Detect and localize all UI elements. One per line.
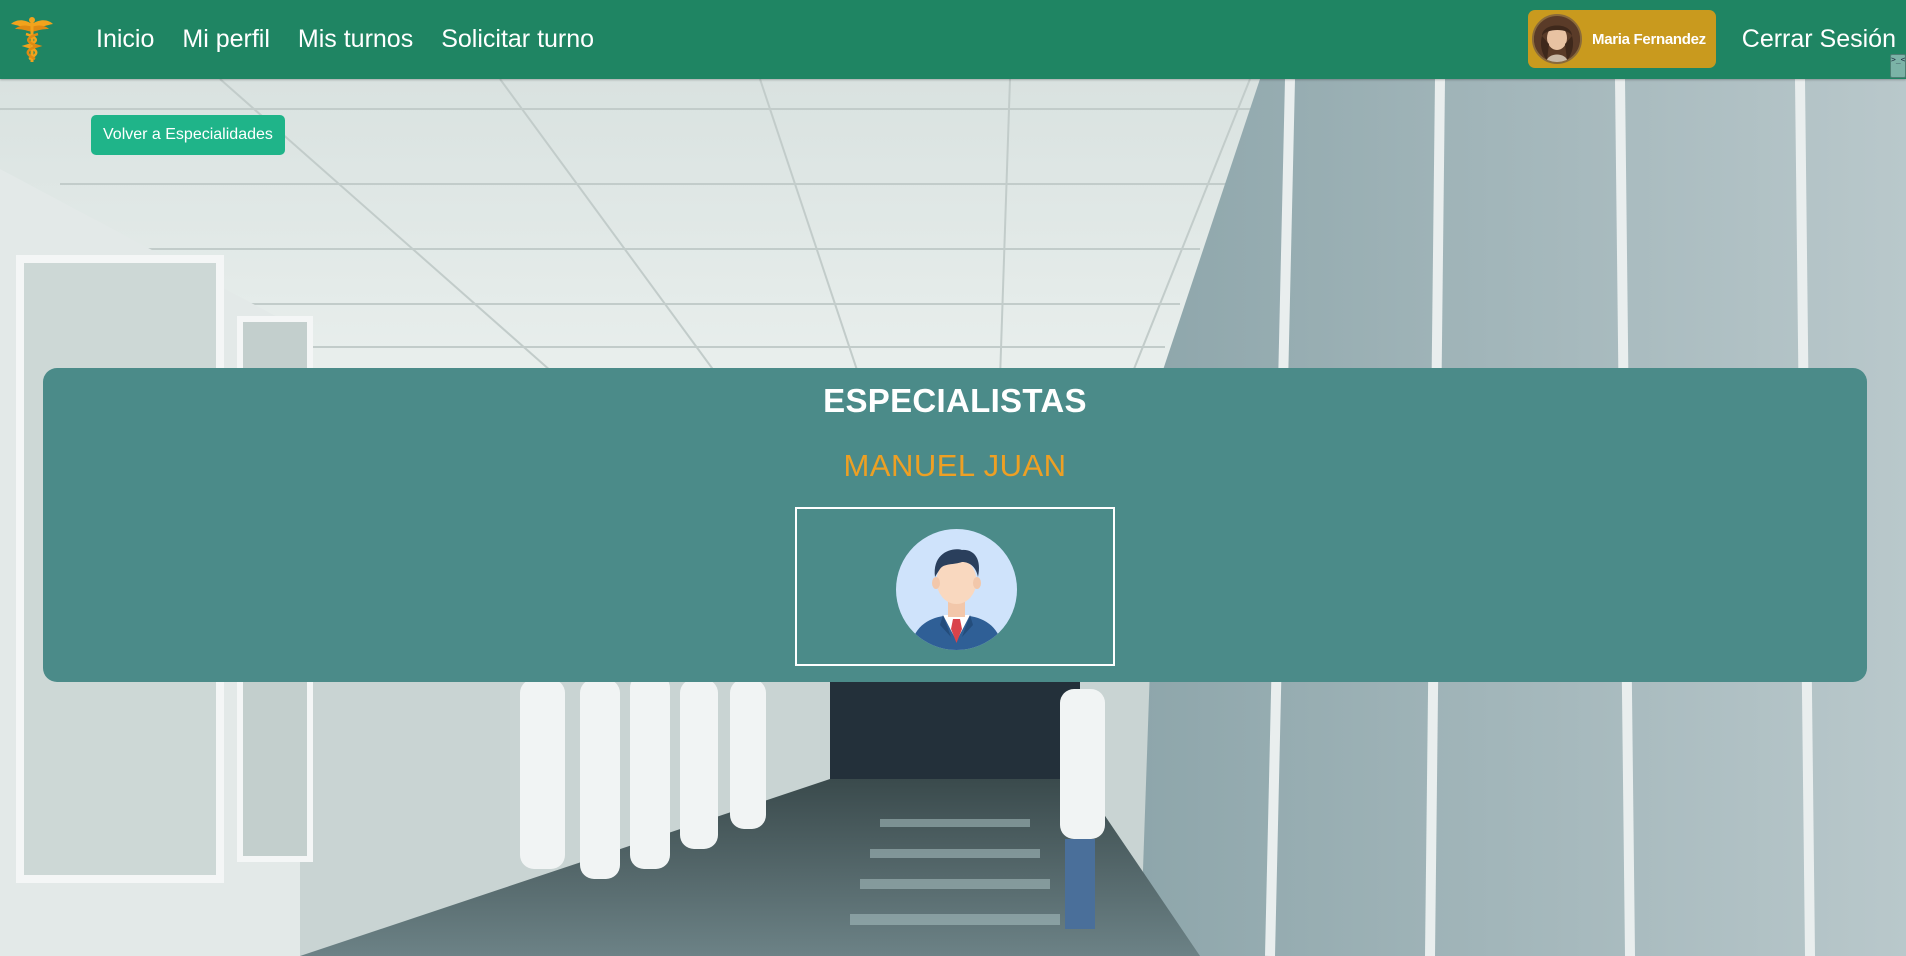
male-doctor-avatar-icon [896,529,1017,650]
nav-link-mis-turnos[interactable]: Mis turnos [298,25,413,54]
top-navbar: Inicio Mi perfil Mis turnos Solicitar tu… [0,0,1906,79]
user-name: Maria Fernandez [1592,30,1706,48]
corner-tag[interactable]: >_< [1890,54,1906,78]
user-profile-chip[interactable]: Maria Fernandez [1528,10,1716,68]
specialist-card[interactable] [795,507,1115,666]
caduceus-icon[interactable] [9,14,55,64]
nav-link-inicio[interactable]: Inicio [96,25,154,54]
nav-link-solicitar-turno[interactable]: Solicitar turno [441,25,594,54]
nav-link-mi-perfil[interactable]: Mi perfil [182,25,270,54]
logout-button[interactable]: Cerrar Sesión [1742,0,1896,79]
specialists-panel: ESPECIALISTAS MANUEL JUAN [43,368,1867,682]
specialist-name: MANUEL JUAN [843,448,1067,483]
panel-title: ESPECIALISTAS [823,382,1087,419]
avatar [1532,14,1582,64]
back-to-specialties-button[interactable]: Volver a Especialidades [91,115,285,155]
nav-links: Inicio Mi perfil Mis turnos Solicitar tu… [96,0,622,79]
